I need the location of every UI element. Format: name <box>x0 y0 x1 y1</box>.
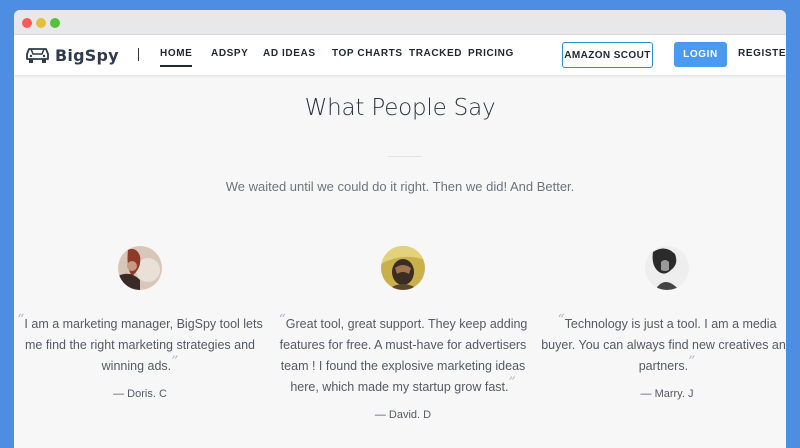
nav-top-charts[interactable]: TOP CHARTS <box>332 48 403 59</box>
testimonial-quote: “I am a marketing manager, BigSpy tool l… <box>17 312 263 373</box>
brand-name: BigSpy <box>55 45 119 65</box>
testimonial-quote: “Great tool, great support. They keep ad… <box>278 312 528 394</box>
browser-window: BigSpy HOME ADSPY AD IDEAS TOP CHARTS TR… <box>14 10 786 448</box>
login-button[interactable]: LOGIN <box>674 42 727 67</box>
title-divider <box>388 156 422 157</box>
testimonial-quote: “Technology is just a tool. I am a media… <box>541 312 786 373</box>
nav-adspy[interactable]: ADSPY <box>211 48 248 59</box>
testimonial-author: — Marry. J <box>640 388 694 400</box>
testimonial-card: “I am a marketing manager, BigSpy tool l… <box>14 246 271 400</box>
testimonial-author: — David. D <box>374 409 432 421</box>
minimize-window-button[interactable] <box>36 18 46 28</box>
close-quote-icon: ” <box>508 375 516 391</box>
nav-divider <box>138 48 139 61</box>
register-link[interactable]: REGISTER <box>738 48 786 59</box>
open-quote-icon: “ <box>278 312 286 328</box>
window-titlebar <box>14 10 786 35</box>
testimonial-author: — Doris. C <box>113 388 167 400</box>
nav-ad-ideas[interactable]: AD IDEAS <box>263 48 316 59</box>
site-navbar: BigSpy HOME ADSPY AD IDEAS TOP CHARTS TR… <box>14 35 786 75</box>
nav-pricing[interactable]: PRICING <box>468 48 514 59</box>
testimonial-card: “Great tool, great support. They keep ad… <box>272 246 534 421</box>
maximize-window-button[interactable] <box>50 18 60 28</box>
car-logo-icon <box>25 45 50 65</box>
section-title: What People Say <box>304 95 496 121</box>
open-quote-icon: “ <box>557 312 565 328</box>
nav-home[interactable]: HOME <box>160 48 193 67</box>
open-quote-icon: “ <box>17 312 25 328</box>
brand-logo[interactable]: BigSpy <box>25 44 119 66</box>
amazon-scout-button[interactable]: AMAZON SCOUT <box>562 42 653 68</box>
close-window-button[interactable] <box>22 18 32 28</box>
avatar <box>381 246 425 290</box>
avatar <box>645 246 689 290</box>
testimonial-card: “Technology is just a tool. I am a media… <box>536 246 786 400</box>
section-subtitle: We waited until we could do it right. Th… <box>225 179 575 194</box>
avatar <box>118 246 162 290</box>
nav-tracked[interactable]: TRACKED <box>409 48 462 59</box>
close-quote-icon: ” <box>688 354 696 370</box>
close-quote-icon: ” <box>171 354 179 370</box>
